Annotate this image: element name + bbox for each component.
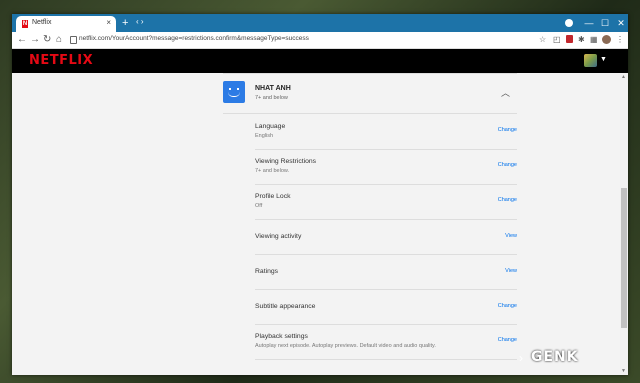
profile-name: NHAT ANH [255, 85, 291, 92]
settings-row-language: Language English Change [255, 114, 517, 150]
netflix-favicon-icon: N [22, 20, 28, 28]
change-profile-lock-link[interactable]: Change [498, 197, 517, 203]
forward-arrow-icon[interactable]: → [30, 33, 40, 47]
account-avatar[interactable] [584, 54, 597, 67]
divider [223, 73, 517, 74]
browser-profile-icon[interactable] [565, 19, 573, 27]
row-title: Profile Lock [255, 193, 291, 200]
browser-window: N Netflix × + ‹ › — ☐ ✕ ← → ↻ ⌂ netflix.… [12, 14, 628, 375]
scroll-up-icon[interactable]: ▲ [621, 74, 626, 80]
row-title: Viewing activity [255, 233, 302, 240]
caret-down-icon[interactable]: ▼ [600, 56, 607, 63]
back-arrow-icon[interactable]: ← [17, 33, 27, 47]
tab-strip: N Netflix × + ‹ › — ☐ ✕ [12, 14, 628, 32]
menu-icon[interactable]: ⋮ [616, 35, 624, 44]
settings-row-subtitle-appearance: Subtitle appearance Change [255, 289, 517, 325]
tab-netflix[interactable]: N Netflix × [16, 16, 116, 32]
row-title: Ratings [255, 268, 279, 275]
scrollbar[interactable]: ▲ ▼ [620, 73, 628, 375]
row-subtitle: English [255, 133, 274, 139]
change-subtitle-link[interactable]: Change [498, 303, 517, 309]
scroll-down-icon[interactable]: ▼ [621, 368, 626, 374]
extensions-icon[interactable]: ✱ [578, 35, 585, 44]
netflix-header: NETFLIX ▼ [12, 49, 628, 73]
scroll-thumb[interactable] [621, 188, 627, 328]
settings-row-viewing-activity: Viewing activity View [255, 219, 517, 255]
star-icon[interactable]: ☆ [539, 35, 546, 44]
change-playback-link[interactable]: Change [498, 337, 517, 343]
row-subtitle: Off [255, 203, 263, 209]
address-bar[interactable]: netflix.com/YourAccount?message=restrict… [79, 35, 309, 42]
close-window-button[interactable]: ✕ [610, 15, 628, 31]
settings-row-playback: Playback settings Autoplay next episode.… [255, 324, 517, 360]
extension-icon[interactable]: ◰ [553, 35, 561, 44]
profile-rating: 7+ and below [255, 95, 288, 101]
row-title: Playback settings [255, 333, 308, 340]
genk-chevron-icon: › [519, 351, 523, 365]
row-subtitle: Autoplay next episode. Autoplay previews… [255, 343, 436, 349]
row-subtitle: 7+ and below. [255, 168, 290, 174]
view-ratings-link[interactable]: View [505, 268, 517, 274]
view-activity-link[interactable]: View [505, 233, 517, 239]
genk-watermark: GENK [531, 349, 579, 365]
tab-title: Netflix [32, 19, 52, 26]
chevron-up-icon[interactable]: ︿ [501, 86, 510, 99]
settings-row-profile-lock: Profile Lock Off Change [255, 184, 517, 220]
settings-row-viewing-restrictions: Viewing Restrictions 7+ and below. Chang… [255, 149, 517, 185]
settings-row-ratings: Ratings View [255, 254, 517, 290]
netflix-logo[interactable]: NETFLIX [29, 53, 93, 68]
row-title: Language [255, 123, 286, 130]
adblock-extension-icon[interactable] [566, 35, 573, 43]
reload-icon[interactable]: ↻ [43, 33, 51, 47]
tab-search-icon[interactable]: ‹ › [136, 17, 144, 26]
lock-icon [70, 36, 77, 44]
profile-avatar-icon [223, 81, 245, 103]
home-icon[interactable]: ⌂ [56, 33, 62, 47]
row-title: Subtitle appearance [255, 303, 316, 310]
change-restrictions-link[interactable]: Change [498, 162, 517, 168]
profile-panel: NHAT ANH 7+ and below ︿ Language English… [223, 73, 517, 375]
new-tab-button[interactable]: + [122, 16, 128, 30]
extensions-puzzle-icon[interactable]: ▦ [590, 35, 598, 44]
row-title: Viewing Restrictions [255, 158, 317, 165]
tab-close-icon[interactable]: × [106, 18, 111, 27]
change-language-link[interactable]: Change [498, 127, 517, 133]
avatar[interactable] [602, 35, 611, 44]
account-content: NHAT ANH 7+ and below ︿ Language English… [12, 73, 620, 375]
browser-toolbar: ← → ↻ ⌂ netflix.com/YourAccount?message=… [12, 32, 628, 49]
